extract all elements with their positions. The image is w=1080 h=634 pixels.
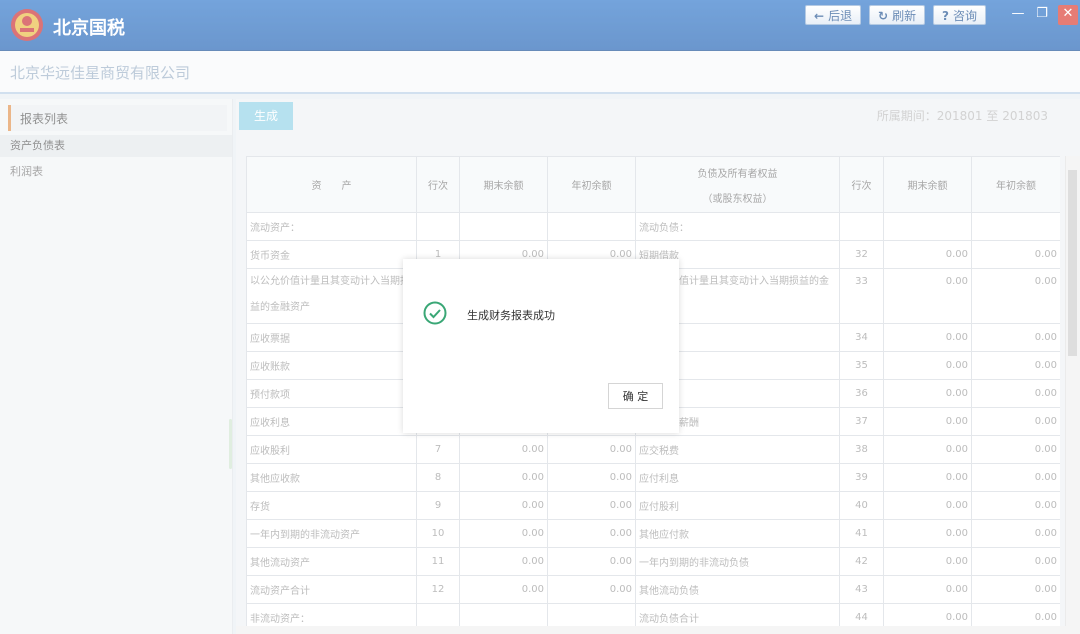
ok-button[interactable]: 确 定 — [608, 383, 663, 409]
success-dialog: 生成财务报表成功 确 定 — [403, 259, 679, 433]
check-circle-icon — [423, 301, 447, 325]
dialog-message: 生成财务报表成功 — [467, 309, 555, 322]
